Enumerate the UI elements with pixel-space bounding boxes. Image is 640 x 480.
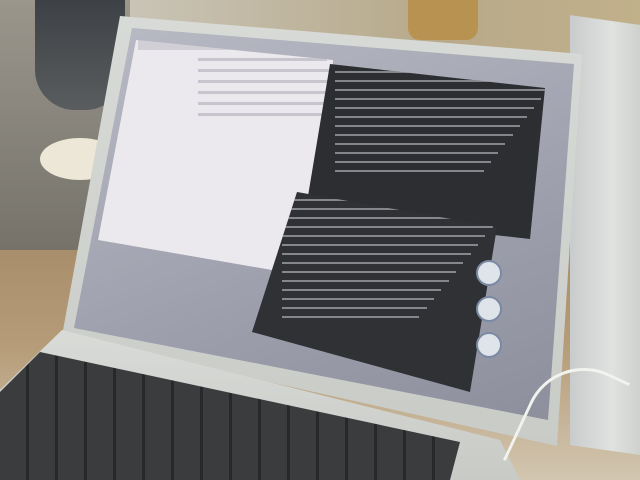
terminal-line xyxy=(282,298,434,300)
dock[interactable] xyxy=(472,250,502,380)
terminal-line xyxy=(282,307,427,309)
terminal-line xyxy=(335,170,484,172)
terminal-line xyxy=(335,116,527,118)
terminal-line xyxy=(335,152,499,154)
terminal-output xyxy=(305,71,545,172)
terminal-line xyxy=(335,134,513,136)
finder-row xyxy=(198,113,333,116)
terminal-line xyxy=(335,161,491,163)
finder-row xyxy=(198,58,328,61)
terminal-line xyxy=(282,316,420,318)
finder-rows xyxy=(98,58,333,116)
photo-scene xyxy=(0,0,640,480)
terminal-line xyxy=(335,125,520,127)
terminal-line xyxy=(282,226,493,228)
finder-row xyxy=(198,69,333,72)
terminal-line xyxy=(335,107,535,109)
app-icon[interactable] xyxy=(476,332,502,358)
app-icon[interactable] xyxy=(476,296,502,322)
finder-row xyxy=(198,91,333,94)
terminal-line xyxy=(282,262,464,264)
terminal-line xyxy=(335,98,542,100)
terminal-line xyxy=(282,280,449,282)
terminal-line xyxy=(282,289,442,291)
mug xyxy=(408,0,478,40)
terminal-line xyxy=(335,143,506,145)
terminal-line xyxy=(282,253,471,255)
finder-row xyxy=(198,80,333,83)
finder-row xyxy=(198,102,333,105)
finder-icon[interactable] xyxy=(476,260,502,286)
terminal-line xyxy=(282,235,486,237)
terminal-line xyxy=(335,89,545,91)
terminal-line xyxy=(282,244,478,246)
terminal-line xyxy=(282,271,456,273)
